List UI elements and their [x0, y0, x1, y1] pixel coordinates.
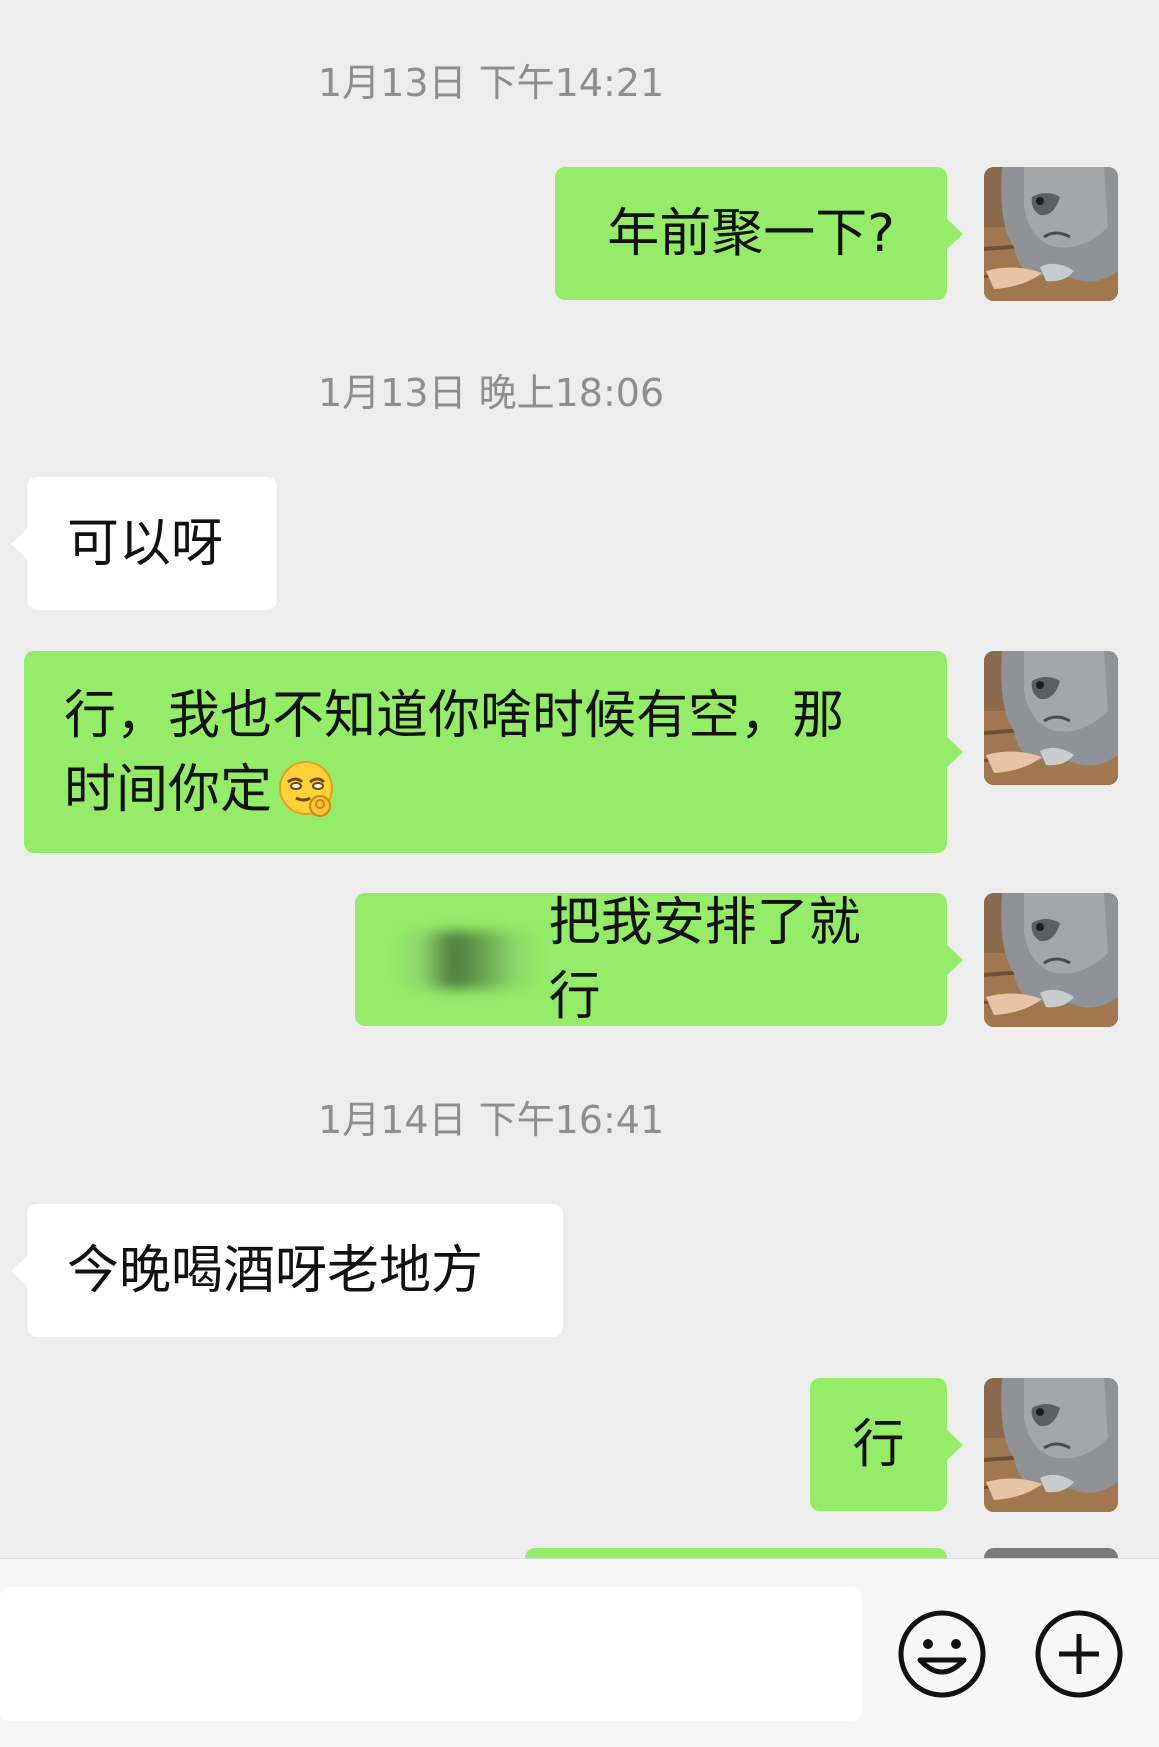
cat-avatar-image: [984, 893, 1118, 1027]
message-text-line: 时间你定: [64, 753, 338, 827]
thinking-ok-emoji-icon: [279, 761, 334, 817]
message-input[interactable]: [0, 1587, 862, 1721]
plus-circle-icon: [1035, 1610, 1123, 1698]
emoji-button[interactable]: [896, 1608, 988, 1700]
message-text: 可以呀: [67, 513, 224, 574]
message-text: 行: [852, 1414, 905, 1475]
message-text-line: 行，我也不知道你啥时候有空，那: [64, 686, 845, 746]
message-bubble-received[interactable]: 可以呀: [11, 477, 277, 610]
input-bar: [0, 1558, 1159, 1747]
more-button[interactable]: [1033, 1608, 1125, 1700]
cat-avatar-image: [984, 651, 1118, 785]
message-text: 年前聚一下?: [607, 203, 895, 264]
cat-avatar-image: [984, 167, 1118, 301]
message-text: 把我安排了就行: [548, 892, 861, 1027]
avatar-self[interactable]: [984, 1378, 1118, 1512]
smiley-icon: [898, 1610, 986, 1698]
avatar-self-partial[interactable]: [984, 1548, 1118, 1558]
message-bubble-sent[interactable]: 行，我也不知道你啥时候有空，那 时间你定: [24, 651, 963, 853]
avatar-self[interactable]: [984, 651, 1118, 785]
avatar-self[interactable]: [984, 893, 1118, 1027]
message-bubble-received[interactable]: 今晚喝酒呀老地方: [11, 1204, 563, 1337]
message-bubble-sent[interactable]: 年前聚一下?: [555, 167, 963, 300]
chat-area[interactable]: 1月13日 下午14:21 年前聚一下? 1月13日 晚上18:06 可以呀 行…: [0, 0, 1159, 1558]
message-bubble-sent[interactable]: 把我安排了就行: [355, 893, 963, 1027]
redacted-text: [395, 930, 543, 989]
message-bubble-sent[interactable]: 行: [810, 1378, 963, 1511]
message-bubble-sent-partial[interactable]: [525, 1548, 947, 1558]
cat-avatar-image: [984, 1378, 1118, 1512]
message-text: 今晚喝酒呀老地方: [67, 1240, 484, 1301]
avatar-self[interactable]: [984, 167, 1118, 301]
